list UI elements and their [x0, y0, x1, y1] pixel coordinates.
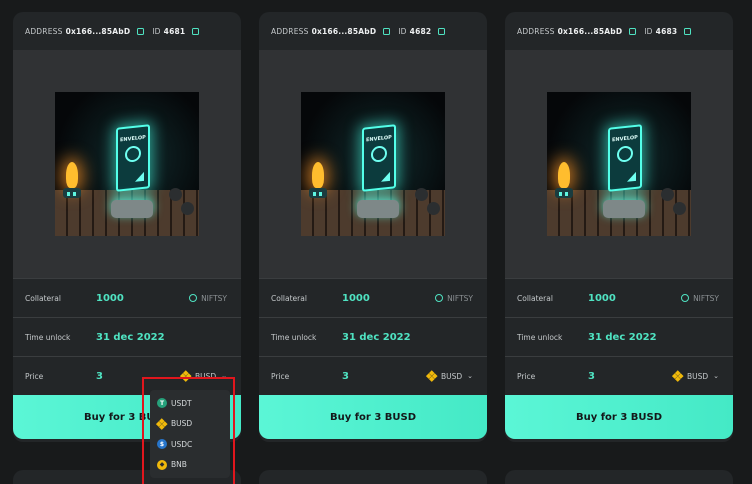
- currency-option-label: USDC: [171, 439, 193, 449]
- niftsy-icon: [189, 294, 198, 302]
- address-label: ADDRESS: [271, 26, 309, 36]
- buy-button[interactable]: Buy for 3 BUSD: [259, 395, 487, 439]
- usdc-icon: $: [157, 439, 167, 450]
- id-label: ID: [152, 26, 161, 36]
- time-unlock-value: 31 dec 2022: [588, 331, 657, 343]
- collateral-token: NIFTSY: [447, 293, 473, 303]
- currency-option-busd[interactable]: BUSD: [156, 414, 230, 435]
- copy-icon[interactable]: [684, 27, 692, 35]
- nft-card-4682: ADDRESS 0x166...85AbD ID 4682 ENVELOP Co…: [259, 12, 487, 442]
- busd-icon: [426, 370, 438, 382]
- time-unlock-label: Time unlock: [25, 332, 71, 342]
- nft-card-4681: ADDRESS 0x166...85AbD ID 4681 ENVELOP Co…: [13, 12, 241, 442]
- buy-button[interactable]: Buy for 3 BUSD: [505, 395, 733, 439]
- collateral-value: 1000: [588, 292, 616, 304]
- nft-image-area: ENVELOP: [259, 50, 487, 278]
- currency-option-bnb[interactable]: ◆ BNB: [157, 455, 230, 476]
- usdt-icon: T: [157, 398, 167, 409]
- price-label: Price: [25, 371, 44, 381]
- chevron-down-icon: ⌄: [221, 372, 227, 380]
- id-label: ID: [398, 26, 407, 36]
- address-label: ADDRESS: [517, 26, 555, 36]
- time-unlock-row: Time unlock 31 dec 2022: [13, 317, 241, 356]
- currency-select-value: BUSD: [686, 371, 709, 381]
- collateral-label: Collateral: [517, 293, 553, 303]
- collateral-value: 1000: [342, 292, 370, 304]
- time-unlock-value: 31 dec 2022: [96, 331, 165, 343]
- price-label: Price: [271, 371, 290, 381]
- nft-image[interactable]: ENVELOP: [55, 92, 199, 236]
- copy-icon[interactable]: [192, 27, 200, 35]
- currency-option-usdt[interactable]: T USDT: [157, 393, 230, 414]
- nft-card-next-row: [259, 470, 487, 484]
- niftsy-icon: [435, 294, 444, 302]
- time-unlock-label: Time unlock: [271, 332, 317, 342]
- currency-option-label: BUSD: [171, 419, 193, 429]
- collateral-row: Collateral 1000 NIFTSY: [505, 278, 733, 317]
- copy-icon[interactable]: [629, 27, 637, 35]
- collateral-label: Collateral: [25, 293, 61, 303]
- id-value: 4681: [163, 26, 186, 36]
- copy-icon[interactable]: [383, 27, 391, 35]
- collateral-token: NIFTSY: [201, 293, 227, 303]
- nft-image-area: ENVELOP: [13, 50, 241, 278]
- address-value: 0x166...85AbD: [65, 26, 131, 36]
- collateral-label: Collateral: [271, 293, 307, 303]
- time-unlock-row: Time unlock 31 dec 2022: [505, 317, 733, 356]
- busd-icon: [672, 370, 684, 382]
- price-row: Price 3 BUSD ⌄: [259, 356, 487, 395]
- time-unlock-row: Time unlock 31 dec 2022: [259, 317, 487, 356]
- card-header: ADDRESS 0x166...85AbD ID 4681: [13, 12, 241, 50]
- nft-card-next-row: [505, 470, 733, 484]
- id-label: ID: [644, 26, 653, 36]
- currency-select-value: BUSD: [440, 371, 463, 381]
- busd-icon: [156, 418, 168, 429]
- copy-icon[interactable]: [137, 27, 145, 35]
- currency-select-value: BUSD: [194, 371, 217, 381]
- price-label: Price: [517, 371, 536, 381]
- address-value: 0x166...85AbD: [311, 26, 377, 36]
- time-unlock-value: 31 dec 2022: [342, 331, 411, 343]
- currency-option-label: USDT: [171, 398, 192, 408]
- chevron-down-icon: ⌄: [713, 372, 719, 380]
- card-header: ADDRESS 0x166...85AbD ID 4682: [259, 12, 487, 50]
- bnb-icon: ◆: [157, 459, 167, 470]
- collateral-value: 1000: [96, 292, 124, 304]
- id-value: 4683: [655, 26, 678, 36]
- chevron-down-icon: ⌄: [467, 372, 473, 380]
- copy-icon[interactable]: [438, 27, 446, 35]
- collateral-row: Collateral 1000 NIFTSY: [13, 278, 241, 317]
- price-value: 3: [588, 370, 595, 382]
- nft-image[interactable]: ENVELOP: [301, 92, 445, 236]
- address-value: 0x166...85AbD: [557, 26, 623, 36]
- niftsy-icon: [681, 294, 690, 302]
- price-value: 3: [342, 370, 349, 382]
- collateral-token: NIFTSY: [693, 293, 719, 303]
- nft-card-4683: ADDRESS 0x166...85AbD ID 4683 ENVELOP Co…: [505, 12, 733, 442]
- nft-image[interactable]: ENVELOP: [547, 92, 691, 236]
- id-value: 4682: [409, 26, 432, 36]
- busd-icon: [180, 370, 192, 382]
- currency-select[interactable]: BUSD ⌄: [426, 370, 473, 382]
- time-unlock-label: Time unlock: [517, 332, 563, 342]
- address-label: ADDRESS: [25, 26, 63, 36]
- price-value: 3: [96, 370, 103, 382]
- nft-image-area: ENVELOP: [505, 50, 733, 278]
- collateral-row: Collateral 1000 NIFTSY: [259, 278, 487, 317]
- currency-option-usdc[interactable]: $ USDC: [157, 434, 230, 455]
- currency-select[interactable]: BUSD ⌄: [672, 370, 719, 382]
- card-header: ADDRESS 0x166...85AbD ID 4683: [505, 12, 733, 50]
- currency-option-label: BNB: [171, 460, 187, 470]
- currency-dropdown: T USDT BUSD $ USDC ◆ BNB: [150, 390, 230, 478]
- price-row: Price 3 BUSD ⌄: [505, 356, 733, 395]
- currency-select[interactable]: BUSD ⌄: [180, 370, 227, 382]
